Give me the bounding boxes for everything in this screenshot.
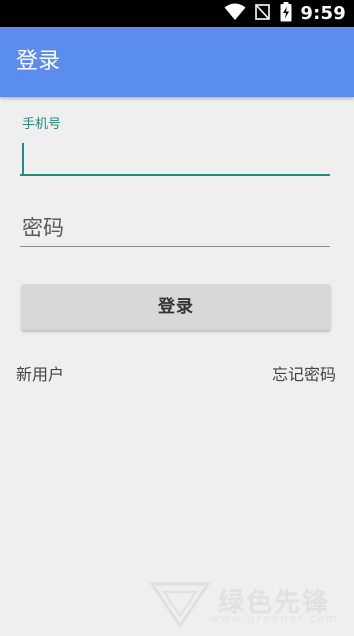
phone-field-label: 手机号	[22, 117, 62, 132]
wifi-icon	[224, 3, 246, 25]
watermark: 绿色先锋 www.greenxf.com	[149, 578, 350, 630]
no-signal-icon	[254, 3, 272, 25]
login-button[interactable]: 登录	[21, 284, 331, 330]
forgot-password-link[interactable]: 忘记密码	[272, 364, 336, 386]
phone-input[interactable]	[20, 142, 330, 176]
text-cursor	[22, 143, 24, 175]
status-bar: 9:59	[0, 0, 354, 27]
status-icons: 9:59	[224, 1, 346, 26]
watermark-url: www.greenxf.com	[210, 612, 339, 625]
app-bar: 登录	[0, 27, 354, 97]
page-title: 登录	[16, 49, 61, 74]
new-user-link[interactable]: 新用户	[16, 364, 64, 386]
battery-charging-icon	[280, 1, 292, 26]
password-input[interactable]	[20, 210, 330, 247]
status-time: 9:59	[300, 3, 346, 24]
watermark-logo-icon	[149, 582, 211, 629]
